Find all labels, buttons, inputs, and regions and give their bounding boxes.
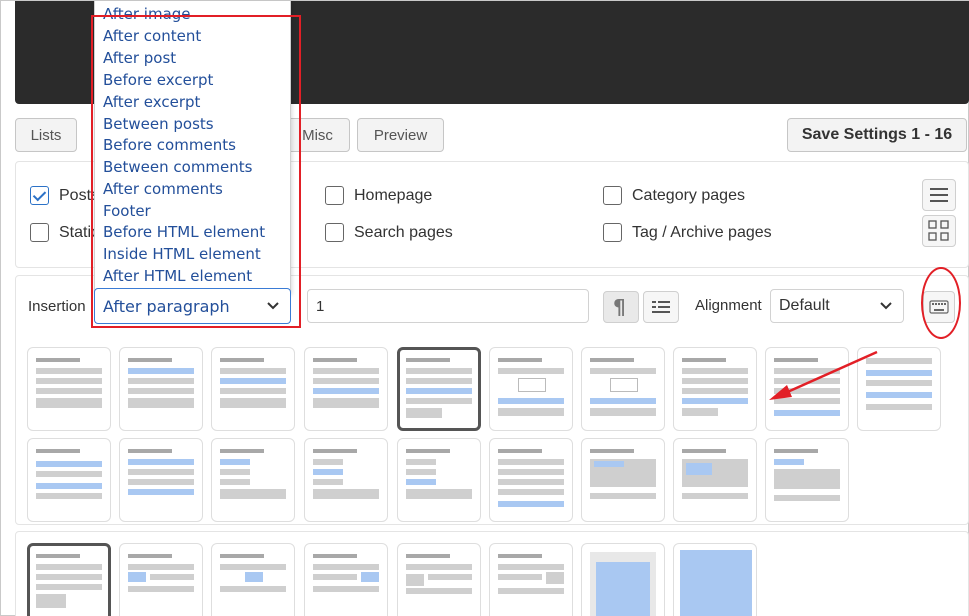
app-frame: Lists Misc Preview Save Settings 1 - 16 … <box>0 0 969 616</box>
annotation-arrow-icon <box>769 350 878 400</box>
